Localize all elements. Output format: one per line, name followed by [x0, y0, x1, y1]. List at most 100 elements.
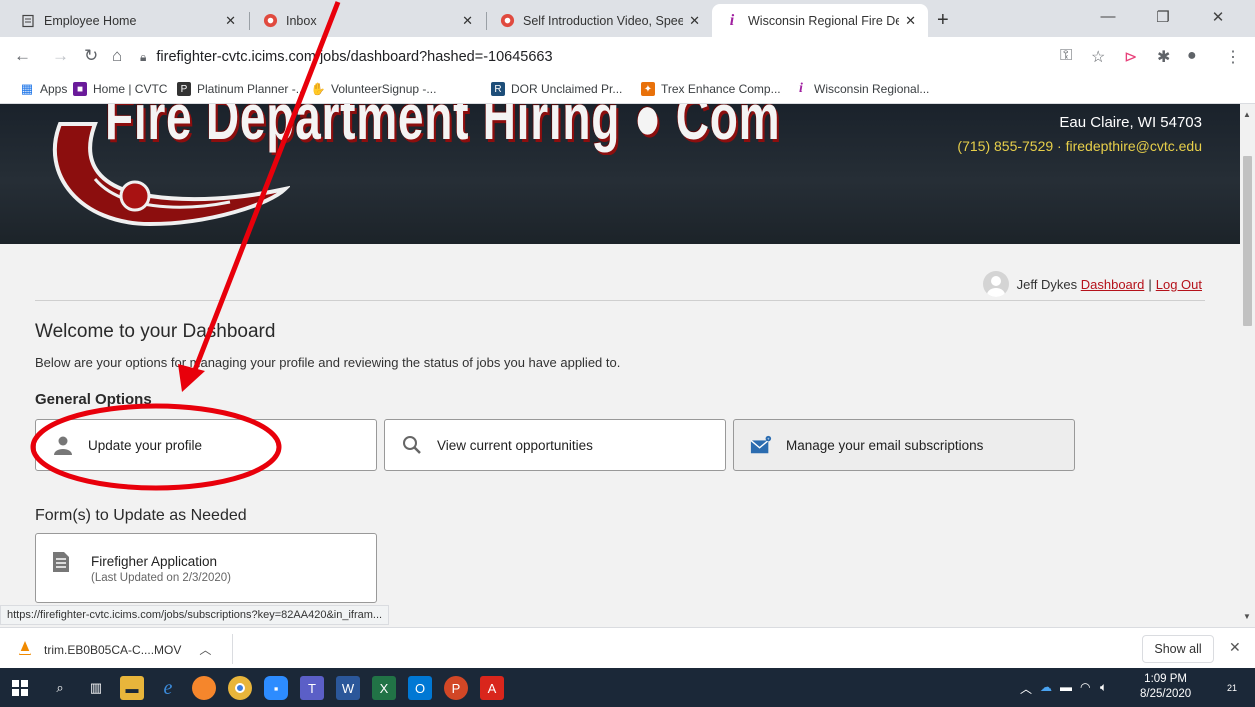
tab-self-introduction-video[interactable]: Self Introduction Video, SpeedGr ✕: [487, 4, 712, 37]
page-scrollbar[interactable]: ▲ ▼: [1240, 104, 1255, 627]
internet-explorer-icon[interactable]: e: [156, 676, 180, 700]
onedrive-icon[interactable]: ☁: [1040, 680, 1052, 694]
system-clock[interactable]: 1:09 PM 8/25/2020: [1140, 672, 1191, 702]
bookmark-label: VolunteerSignup -...: [331, 82, 437, 96]
email-icon: +: [750, 434, 772, 456]
close-window-icon[interactable]: ✕: [1195, 8, 1241, 26]
close-tab-icon[interactable]: ✕: [462, 13, 473, 29]
manage-email-subscriptions-button[interactable]: + Manage your email subscriptions: [733, 419, 1075, 471]
powerpoint-icon[interactable]: P: [444, 676, 468, 700]
teams-icon[interactable]: T: [300, 676, 324, 700]
web-page-content: Fire Department Hiring ● Com Eau Claire,…: [0, 104, 1240, 627]
button-label: Manage your email subscriptions: [786, 437, 984, 453]
close-tab-icon[interactable]: ✕: [689, 13, 700, 29]
close-tab-icon[interactable]: ✕: [225, 13, 236, 29]
address-url: firefighter-cvtc.icims.com/jobs/dashboar…: [156, 49, 553, 65]
firefox-icon[interactable]: [192, 676, 216, 700]
scroll-up-icon[interactable]: ▲: [1243, 110, 1251, 119]
tab-wisconsin-regional[interactable]: i Wisconsin Regional Fire Departm ✕: [712, 4, 928, 37]
site-logo-text: Fire Department Hiring ● Com: [105, 104, 781, 153]
document-icon: [52, 551, 70, 578]
logout-link[interactable]: Log Out: [1156, 277, 1202, 292]
wifi-icon[interactable]: ◠: [1080, 680, 1090, 694]
bookmark-platinum-planner[interactable]: P Platinum Planner -...: [177, 82, 306, 96]
reload-icon[interactable]: ↻: [84, 46, 98, 66]
download-filename: trim.EB0B05CA-C....MOV: [44, 642, 182, 657]
update-profile-button[interactable]: Update your profile: [35, 419, 377, 471]
restore-icon[interactable]: ❐: [1140, 8, 1186, 26]
puzzle-icon[interactable]: ✱: [1157, 47, 1170, 67]
chevron-up-icon[interactable]: ︿: [1020, 680, 1032, 697]
menu-icon[interactable]: ⋮: [1225, 47, 1241, 67]
chevron-up-icon[interactable]: ︿: [199, 641, 211, 658]
forms-heading: Form(s) to Update as Needed: [35, 507, 247, 524]
firefighter-application-card[interactable]: Firefigher Application (Last Updated on …: [35, 533, 377, 603]
bookmark-wisconsin-regional[interactable]: i Wisconsin Regional...: [794, 81, 929, 96]
bookmark-trex[interactable]: ✦ Trex Enhance Comp...: [641, 82, 781, 96]
bookmarks-bar: ▦ Apps ■ Home | CVTC P Platinum Planner …: [0, 77, 1255, 104]
site-header-banner: Fire Department Hiring ● Com Eau Claire,…: [0, 104, 1240, 244]
dashboard-link[interactable]: Dashboard: [1081, 277, 1145, 292]
bookmark-label: Apps: [40, 82, 68, 96]
excel-icon[interactable]: X: [372, 676, 396, 700]
tab-title: Self Introduction Video, SpeedGr: [523, 13, 684, 28]
clock-time: 1:09 PM: [1144, 673, 1187, 685]
dor-icon: R: [491, 82, 505, 96]
address-line: Eau Claire, WI 54703: [1059, 114, 1202, 131]
trex-icon: ✦: [641, 82, 655, 96]
button-label: View current opportunities: [437, 437, 593, 453]
page-icon: [20, 13, 36, 29]
button-label: Update your profile: [88, 437, 203, 453]
key-icon[interactable]: ⚿: [1060, 47, 1072, 65]
windows-start-icon[interactable]: [8, 676, 32, 700]
new-tab-icon[interactable]: +: [937, 9, 949, 32]
minimize-icon[interactable]: —: [1085, 8, 1131, 25]
search-icon: [401, 434, 423, 456]
contact-line: (715) 855-7529 · firedepthire@cvtc.edu: [957, 138, 1202, 154]
zoom-icon[interactable]: ▪: [264, 676, 288, 700]
scroll-down-icon[interactable]: ▼: [1243, 612, 1251, 621]
tab-employee-home[interactable]: Employee Home ✕: [8, 4, 248, 37]
notification-count: 21: [1226, 683, 1237, 693]
file-explorer-icon[interactable]: ▬: [120, 676, 144, 700]
scroll-thumb[interactable]: [1243, 156, 1252, 326]
extension-icon[interactable]: ⊳: [1124, 47, 1137, 67]
profile-icon[interactable]: ●: [1187, 47, 1197, 65]
battery-icon[interactable]: ▬: [1060, 680, 1072, 694]
forward-icon[interactable]: →: [52, 46, 69, 66]
outlook-icon[interactable]: O: [408, 676, 432, 700]
bookmark-volunteer-signup[interactable]: ✋ VolunteerSignup -...: [311, 82, 437, 96]
general-options-heading: General Options: [35, 391, 152, 408]
apps-grid-icon: ▦: [20, 81, 34, 96]
divider: [35, 300, 1205, 301]
bookmark-apps[interactable]: ▦ Apps: [20, 81, 68, 96]
form-title: Firefigher Application: [91, 554, 218, 569]
close-icon[interactable]: ✕: [1229, 639, 1241, 656]
vlc-icon: [18, 640, 32, 659]
person-icon: [52, 434, 74, 456]
volume-icon[interactable]: 🔈︎: [1100, 680, 1107, 695]
search-icon[interactable]: ⌕: [48, 676, 72, 700]
download-item[interactable]: trim.EB0B05CA-C....MOV ︿: [18, 640, 211, 659]
star-icon[interactable]: ☆: [1091, 47, 1105, 67]
address-bar[interactable]: 🔒︎ firefighter-cvtc.icims.com/jobs/dashb…: [140, 41, 1040, 73]
notifications-icon[interactable]: 21: [1220, 676, 1244, 700]
lock-icon: 🔒︎: [140, 49, 147, 64]
show-all-button[interactable]: Show all: [1142, 635, 1214, 663]
chrome-icon[interactable]: [228, 676, 252, 700]
bookmark-label: Home | CVTC: [93, 82, 168, 96]
home-icon[interactable]: ⌂: [112, 46, 122, 66]
view-opportunities-button[interactable]: View current opportunities: [384, 419, 726, 471]
task-view-icon[interactable]: ▥: [84, 676, 108, 700]
tab-inbox[interactable]: Inbox ✕: [250, 4, 485, 37]
acrobat-icon[interactable]: A: [480, 676, 504, 700]
browser-toolbar: ← → ↻ ⌂ 🔒︎ firefighter-cvtc.icims.com/jo…: [0, 37, 1255, 77]
back-icon[interactable]: ←: [14, 46, 31, 66]
bookmark-home-cvtc[interactable]: ■ Home | CVTC: [73, 82, 167, 96]
tab-title: Wisconsin Regional Fire Departm: [748, 13, 900, 28]
close-tab-icon[interactable]: ✕: [905, 13, 916, 29]
svg-text:+: +: [767, 436, 770, 441]
word-icon[interactable]: W: [336, 676, 360, 700]
page-description: Below are your options for managing your…: [35, 355, 621, 370]
bookmark-dor-unclaimed[interactable]: R DOR Unclaimed Pr...: [491, 82, 622, 96]
